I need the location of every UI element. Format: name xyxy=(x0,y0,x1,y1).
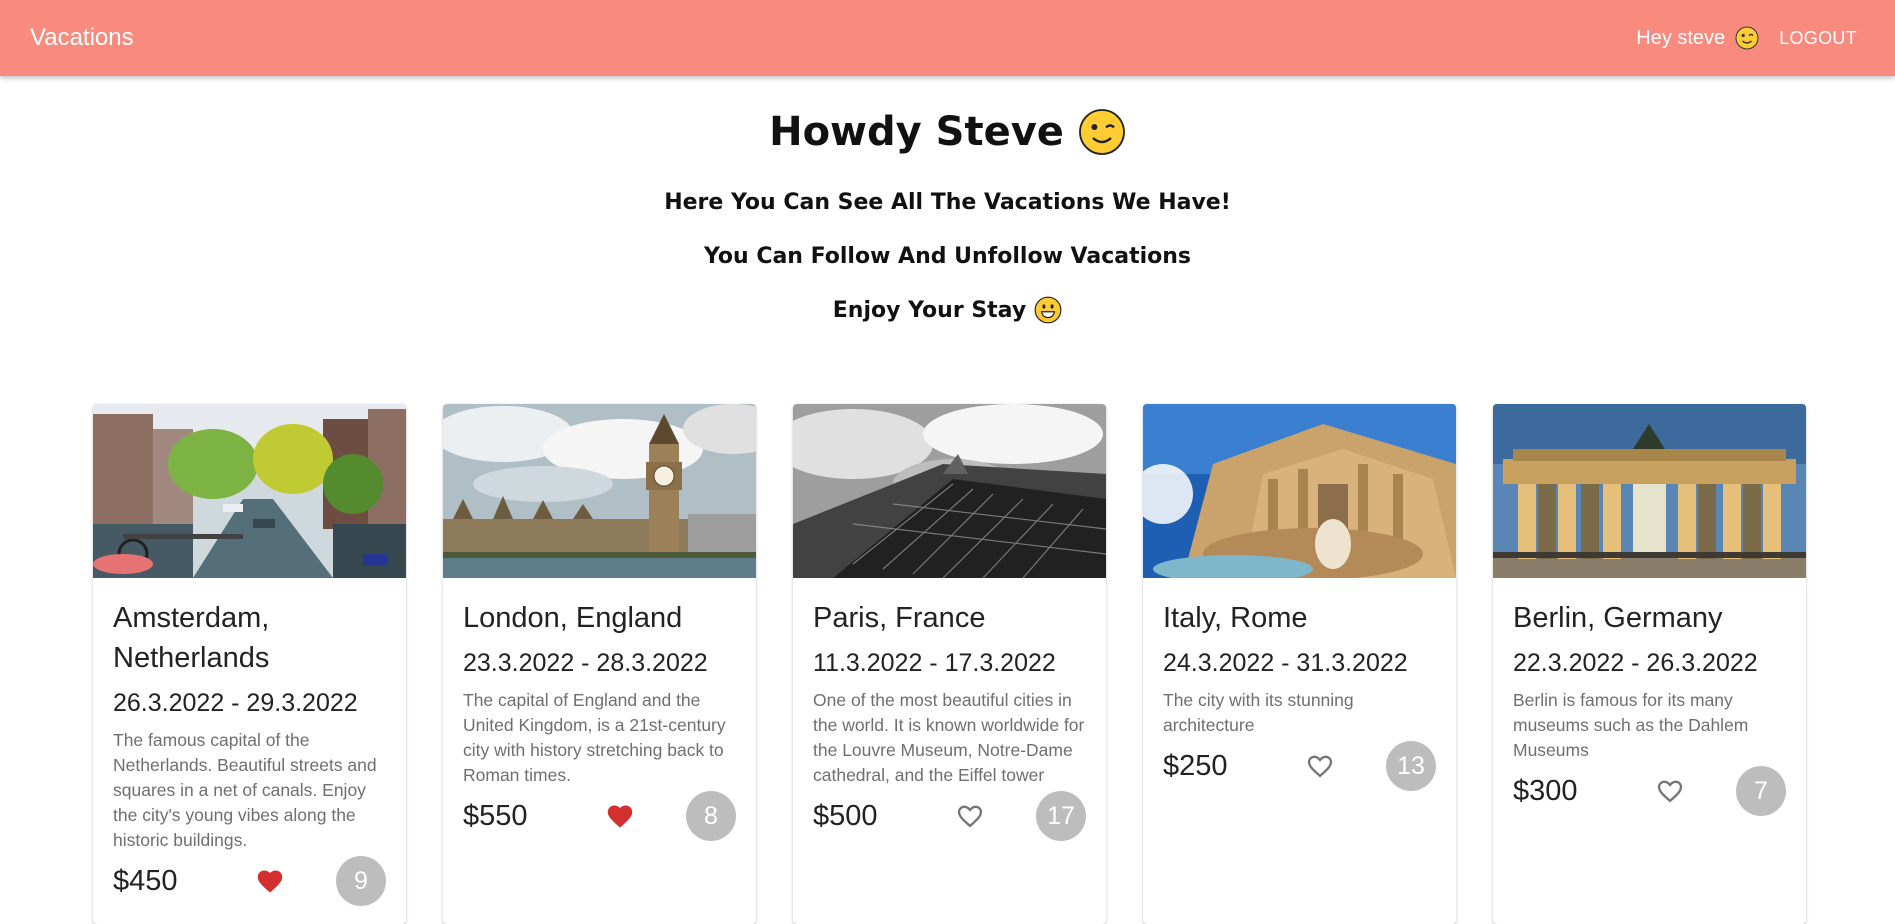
vacation-card: Italy, Rome 24.3.2022 - 31.3.2022 The ci… xyxy=(1143,404,1456,924)
card-footer: $500 17 xyxy=(813,790,1086,842)
big-ben-photo xyxy=(443,404,756,578)
intro-line-2: You Can Follow And Unfollow Vacations xyxy=(703,243,1192,269)
heart-filled-icon[interactable] xyxy=(605,801,635,831)
card-description: The capital of England and the United Ki… xyxy=(463,690,726,785)
card-dates: 23.3.2022 - 28.3.2022 xyxy=(463,649,708,677)
card-content: Italy, Rome 24.3.2022 - 31.3.2022 The ci… xyxy=(1143,578,1456,792)
intro-line-3: Enjoy Your Stay xyxy=(0,292,1895,328)
vacation-card: Paris, France 11.3.2022 - 17.3.2022 One … xyxy=(793,404,1106,924)
vacation-card: Amsterdam, Netherlands 26.3.2022 - 29.3.… xyxy=(93,404,406,924)
card-dates: 26.3.2022 - 29.3.2022 xyxy=(113,689,358,717)
vacation-list: Amsterdam, Netherlands 26.3.2022 - 29.3.… xyxy=(93,404,1806,924)
card-price: $450 xyxy=(113,864,178,897)
card-dates: 11.3.2022 - 17.3.2022 xyxy=(813,649,1056,677)
card-footer: $450 9 xyxy=(113,855,386,907)
card-description: The famous capital of the Netherlands. B… xyxy=(113,730,377,850)
card-description: Berlin is famous for its many museums su… xyxy=(1513,690,1749,760)
card-content: London, England 23.3.2022 - 28.3.2022 Th… xyxy=(443,578,756,842)
card-content: Paris, France 11.3.2022 - 17.3.2022 One … xyxy=(793,578,1106,842)
heart-outline-icon[interactable] xyxy=(1655,776,1685,806)
grinning-face-icon xyxy=(1034,296,1062,324)
card-destination: Berlin, Germany xyxy=(1513,602,1723,634)
followers-count-badge: 13 xyxy=(1386,741,1436,791)
card-description: One of the most beautiful cities in the … xyxy=(813,690,1085,785)
card-destination: Italy, Rome xyxy=(1163,602,1308,634)
followers-count-badge: 9 xyxy=(336,856,386,906)
winking-face-icon xyxy=(1078,108,1126,156)
card-description: The city with its stunning architecture xyxy=(1163,690,1354,735)
card-content: Amsterdam, Netherlands 26.3.2022 - 29.3.… xyxy=(93,578,406,907)
brandenburg-gate-photo xyxy=(1493,404,1806,578)
canal-photo xyxy=(93,404,406,578)
intro-line-1: Here You Can See All The Vacations We Ha… xyxy=(664,189,1231,215)
logout-button[interactable]: LOGOUT xyxy=(1771,22,1865,55)
user-area: Hey steve LOGOUT xyxy=(1636,22,1865,55)
app-bar: Vacations Hey steve LOGOUT xyxy=(0,0,1895,76)
card-destination: Paris, France xyxy=(813,602,986,634)
followers-count-badge: 8 xyxy=(686,791,736,841)
eiffel-tower-photo xyxy=(793,404,1106,578)
heart-filled-icon[interactable] xyxy=(255,866,285,896)
app-title[interactable]: Vacations xyxy=(30,24,134,52)
card-footer: $250 13 xyxy=(1163,740,1436,792)
card-price: $300 xyxy=(1513,774,1578,807)
followers-count-badge: 7 xyxy=(1736,766,1786,816)
card-footer: $550 8 xyxy=(463,790,736,842)
followers-count-badge: 17 xyxy=(1036,791,1086,841)
card-destination: London, England xyxy=(463,602,683,634)
intro-line-3-text: Enjoy Your Stay xyxy=(832,297,1027,323)
vacation-card: Berlin, Germany 22.3.2022 - 26.3.2022 Be… xyxy=(1493,404,1806,924)
page-heading: Howdy Steve xyxy=(0,100,1895,164)
welcome-section: Howdy Steve Here You Can See All The Vac… xyxy=(0,100,1895,328)
greeting-text: Hey steve xyxy=(1636,26,1726,49)
trevi-fountain-photo xyxy=(1143,404,1456,578)
card-price: $550 xyxy=(463,799,528,832)
vacation-card: London, England 23.3.2022 - 28.3.2022 Th… xyxy=(443,404,756,924)
card-price: $500 xyxy=(813,799,878,832)
card-content: Berlin, Germany 22.3.2022 - 26.3.2022 Be… xyxy=(1493,578,1806,817)
card-price: $250 xyxy=(1163,749,1228,782)
card-dates: 22.3.2022 - 26.3.2022 xyxy=(1513,649,1758,677)
card-footer: $300 7 xyxy=(1513,765,1786,817)
heart-outline-icon[interactable] xyxy=(1305,751,1335,781)
heart-outline-icon[interactable] xyxy=(955,801,985,831)
card-dates: 24.3.2022 - 31.3.2022 xyxy=(1163,649,1408,677)
card-destination: Amsterdam, Netherlands xyxy=(113,602,270,674)
heading-text: Howdy Steve xyxy=(769,109,1064,155)
winking-face-icon xyxy=(1735,26,1759,50)
